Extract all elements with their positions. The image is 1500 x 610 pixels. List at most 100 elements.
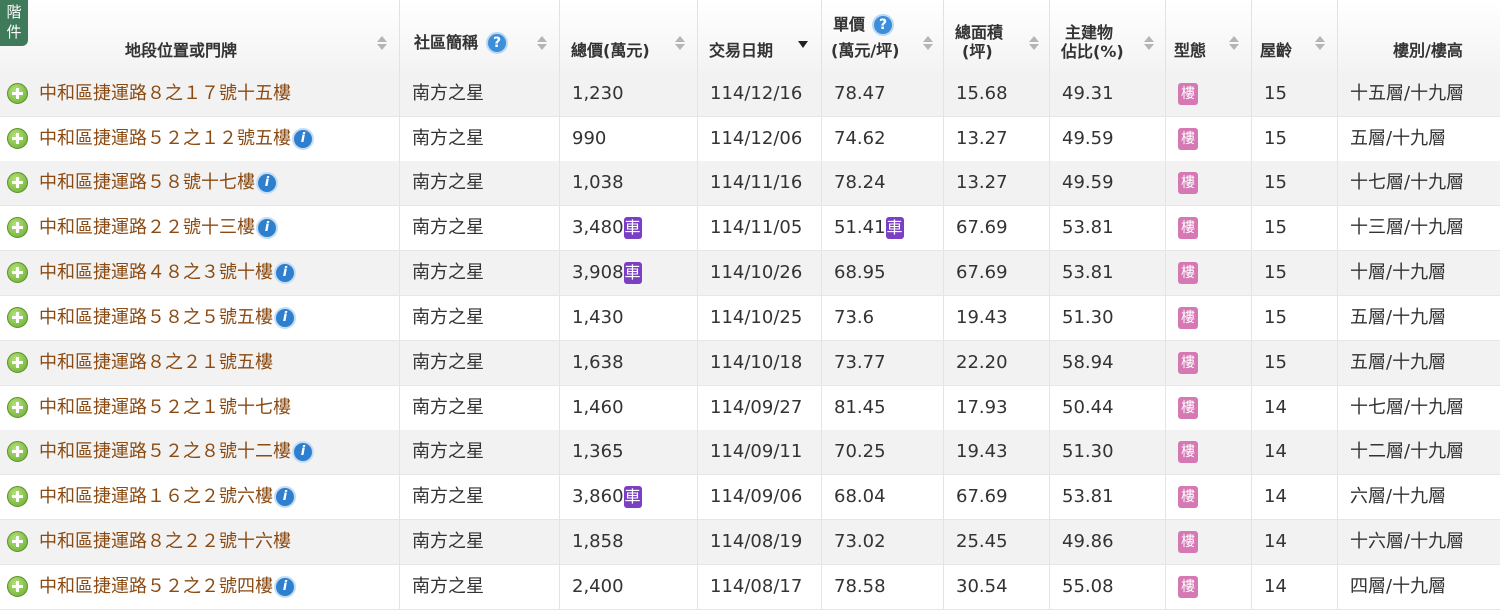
table-row[interactable]: 中和區捷運路５８號十七樓 i 南方之星 1,038 114/11/16 78.24… (0, 161, 1500, 206)
address-cell: 中和區捷運路５２之１號十七樓 (0, 386, 400, 430)
floor-cell: 十六層/十九層 (1350, 531, 1465, 552)
building-type-badge: 樓 (1178, 352, 1198, 374)
table-row[interactable]: 中和區捷運路８之２２號十六樓 南方之星 1,858 114/08/19 73.0… (0, 520, 1500, 565)
attachment-tab[interactable]: 階 件 (0, 0, 28, 46)
address-link[interactable]: 中和區捷運路２２號十三樓 (39, 217, 255, 238)
expand-plus-icon[interactable] (7, 128, 28, 149)
table-row[interactable]: 中和區捷運路１６之２號六樓 i 南方之星 3,860車 114/09/06 68.… (0, 475, 1500, 520)
address-link[interactable]: 中和區捷運路５２之１２號五樓 (39, 128, 291, 149)
total-price-value: 1,365 (572, 441, 624, 462)
address-cell: 中和區捷運路１６之２號六樓 i (0, 475, 400, 519)
floor-cell: 十七層/十九層 (1350, 172, 1465, 193)
total-price-cell: 1,460 (560, 386, 698, 430)
sort-icon[interactable] (1029, 36, 1039, 52)
expand-plus-icon[interactable] (7, 262, 28, 283)
column-header-community[interactable]: 社區簡稱 ? (400, 0, 560, 72)
sort-icon[interactable] (675, 36, 685, 52)
building-type-badge: 樓 (1178, 397, 1198, 419)
main-ratio-cell: 50.44 (1050, 386, 1166, 430)
info-icon[interactable]: i (256, 217, 278, 239)
expand-plus-icon[interactable] (7, 172, 28, 193)
address-link[interactable]: 中和區捷運路５８之５號五樓 (39, 307, 273, 328)
column-header-unit-price[interactable]: 單價 ? (萬元/坪) (822, 0, 944, 72)
building-type-badge: 樓 (1178, 128, 1198, 150)
total-price-cell: 2,400 (560, 565, 698, 609)
age-cell: 15 (1252, 161, 1338, 205)
trade-date-cell: 114/12/06 (698, 117, 822, 161)
table-row[interactable]: 中和區捷運路５８之５號五樓 i 南方之星 1,430 114/10/25 73.6… (0, 296, 1500, 341)
unit-price-value: 73.02 (834, 531, 886, 552)
info-icon[interactable]: i (274, 576, 296, 598)
address-link[interactable]: 中和區捷運路８之２２號十六樓 (39, 531, 291, 552)
address-link[interactable]: 中和區捷運路５２之２號四樓 (39, 576, 273, 597)
column-header-floor[interactable]: 樓別/樓高 (1338, 0, 1500, 72)
total-price-cell: 3,480車 (560, 206, 698, 250)
table-row[interactable]: 中和區捷運路５２之１２號五樓 i 南方之星 990 114/12/06 74.62… (0, 117, 1500, 162)
info-icon[interactable]: i (292, 441, 314, 463)
info-icon[interactable]: i (256, 172, 278, 194)
column-header-address[interactable]: 地段位置或門牌 (0, 0, 400, 72)
table-row[interactable]: 中和區捷運路５２之８號十二樓 i 南方之星 1,365 114/09/11 70.… (0, 430, 1500, 475)
column-header-area-label: 總面積 (955, 23, 1004, 42)
type-cell: 樓 (1166, 206, 1252, 250)
info-icon[interactable]: i (274, 486, 296, 508)
info-icon[interactable]: i (292, 128, 314, 150)
type-cell: 樓 (1166, 430, 1252, 474)
building-type-badge: 樓 (1178, 217, 1198, 239)
table-row[interactable]: 中和區捷運路５２之１號十七樓 南方之星 1,460 114/09/27 81.4… (0, 386, 1500, 431)
trade-date-cell: 114/10/18 (698, 341, 822, 385)
sort-icon[interactable] (1144, 36, 1154, 52)
table-row[interactable]: 中和區捷運路８之２１號五樓 南方之星 1,638 114/10/18 73.77… (0, 341, 1500, 386)
info-icon[interactable]: i (274, 307, 296, 329)
column-header-total-price[interactable]: 總價(萬元) (560, 0, 698, 72)
total-price-value: 2,400 (572, 576, 624, 597)
table-row[interactable]: 中和區捷運路２２號十三樓 i 南方之星 3,480車 114/11/05 51.4… (0, 206, 1500, 251)
help-icon[interactable]: ? (872, 14, 894, 36)
address-link[interactable]: 中和區捷運路５２之８號十二樓 (39, 441, 291, 462)
address-link[interactable]: 中和區捷運路８之２１號五樓 (39, 352, 273, 373)
column-header-area[interactable]: 總面積 (坪) (944, 0, 1050, 72)
area-cell: 19.43 (944, 296, 1050, 340)
sort-icon[interactable] (1229, 36, 1239, 52)
help-icon[interactable]: ? (486, 32, 508, 54)
main-ratio-cell: 51.30 (1050, 430, 1166, 474)
expand-plus-icon[interactable] (7, 531, 28, 552)
table-row[interactable]: 中和區捷運路８之１７號十五樓 南方之星 1,230 114/12/16 78.4… (0, 72, 1500, 117)
address-link[interactable]: 中和區捷運路１６之２號六樓 (39, 486, 273, 507)
table-row[interactable]: 中和區捷運路４８之３號十樓 i 南方之星 3,908車 114/10/26 68.… (0, 251, 1500, 296)
sort-icon[interactable] (923, 36, 933, 52)
address-link[interactable]: 中和區捷運路５８號十七樓 (39, 172, 255, 193)
expand-plus-icon[interactable] (7, 397, 28, 418)
area-cell: 13.27 (944, 161, 1050, 205)
sort-icon[interactable] (377, 36, 387, 52)
expand-plus-icon[interactable] (7, 307, 28, 328)
column-header-type[interactable]: 型態 (1166, 0, 1252, 72)
expand-plus-icon[interactable] (7, 576, 28, 597)
community-cell: 南方之星 (400, 341, 560, 385)
unit-price-value: 68.95 (834, 262, 886, 283)
info-icon[interactable]: i (274, 262, 296, 284)
address-cell: 中和區捷運路４８之３號十樓 i (0, 251, 400, 295)
sort-desc-icon[interactable] (798, 36, 808, 52)
expand-plus-icon[interactable] (7, 486, 28, 507)
building-type-badge: 樓 (1178, 307, 1198, 329)
column-header-main-ratio[interactable]: 主建物 佔比(%) (1050, 0, 1166, 72)
column-header-age[interactable]: 屋齡 (1252, 0, 1338, 72)
type-cell: 樓 (1166, 117, 1252, 161)
sort-icon[interactable] (537, 36, 547, 52)
address-link[interactable]: 中和區捷運路８之１７號十五樓 (39, 83, 291, 104)
expand-plus-icon[interactable] (7, 217, 28, 238)
sort-icon[interactable] (1315, 36, 1325, 52)
expand-plus-icon[interactable] (7, 441, 28, 462)
address-link[interactable]: 中和區捷運路４８之３號十樓 (39, 262, 273, 283)
community-cell: 南方之星 (400, 475, 560, 519)
table-row[interactable]: 中和區捷運路５２之２號四樓 i 南方之星 2,400 114/08/17 78.5… (0, 565, 1500, 610)
column-header-trade-date[interactable]: 交易日期 (698, 0, 822, 72)
unit-price-cell: 73.02 (822, 520, 944, 564)
trade-date-cell: 114/10/25 (698, 296, 822, 340)
trade-date-cell: 114/08/17 (698, 565, 822, 609)
expand-plus-icon[interactable] (7, 83, 28, 104)
expand-plus-icon[interactable] (7, 352, 28, 373)
address-link[interactable]: 中和區捷運路５２之１號十七樓 (39, 397, 291, 418)
address-cell: 中和區捷運路５８之５號五樓 i (0, 296, 400, 340)
